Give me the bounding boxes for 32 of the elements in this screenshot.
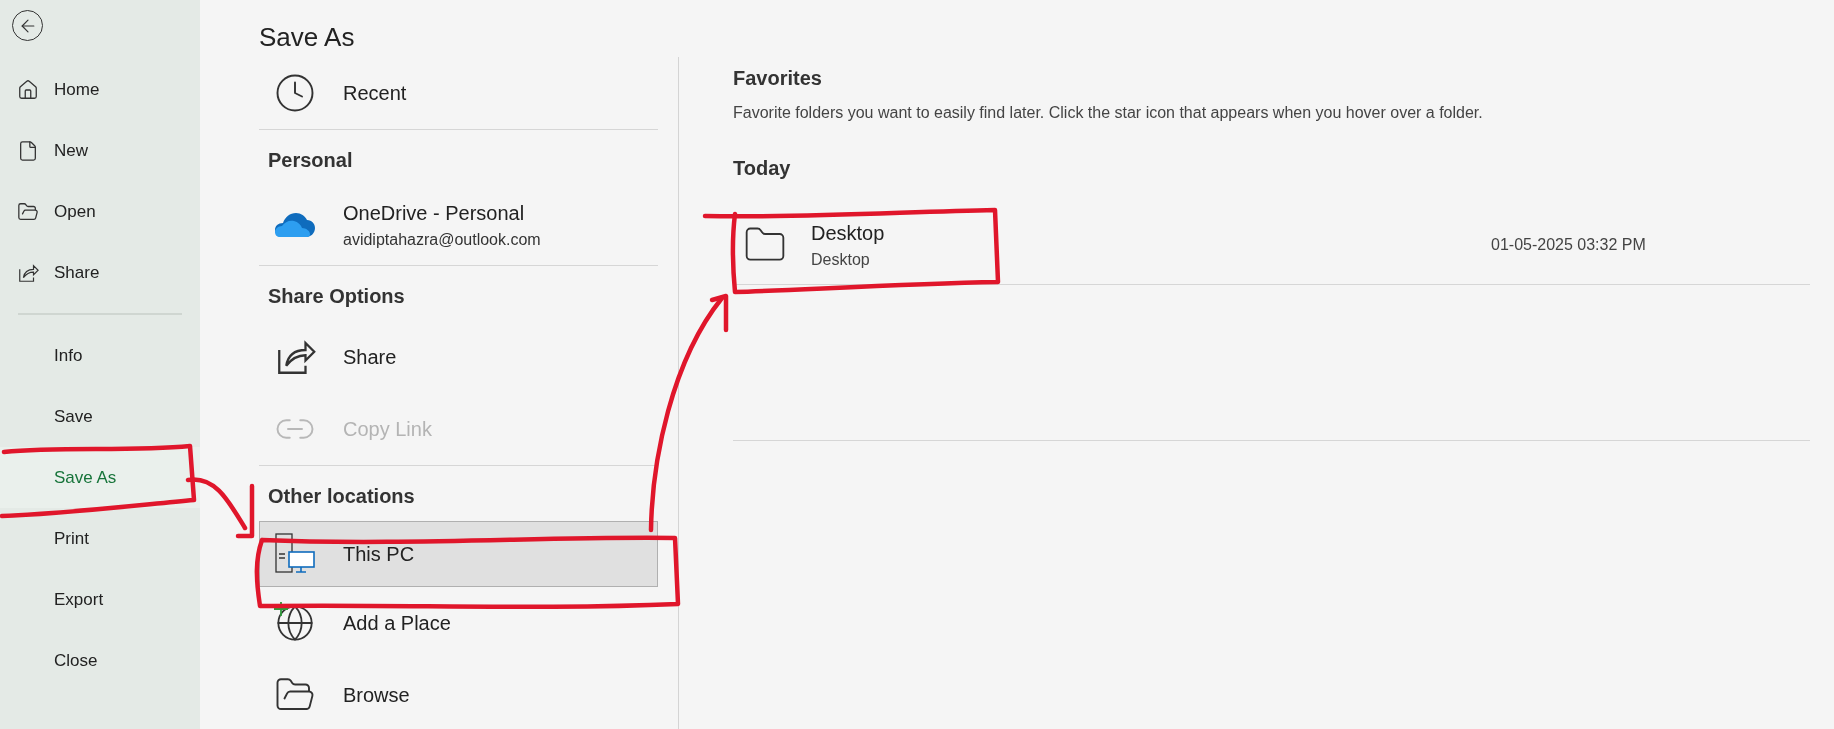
menu-item[interactable]: New	[0, 120, 200, 181]
favorites-description: Favorite folders you want to easily find later. Click the star icon that appears when you hover over a folder.	[733, 103, 1483, 123]
location-item[interactable]: Add a Place	[259, 587, 658, 659]
page-title: Save As	[259, 21, 355, 54]
location-item[interactable]: Browse	[259, 659, 658, 729]
menu-item[interactable]: Export	[0, 569, 200, 630]
section-header: Personal	[267, 148, 354, 173]
folder-icon	[17, 200, 39, 223]
menu-item[interactable]: Save	[0, 386, 200, 447]
section-header: Share Options	[267, 284, 406, 309]
clock-icon	[274, 72, 316, 114]
account-email: avidiptahazra@outlook.com	[343, 230, 541, 250]
location-item[interactable]: Share	[259, 321, 658, 393]
file-icon	[17, 139, 39, 162]
menu-item[interactable]: Info	[0, 325, 200, 386]
cloud-icon	[274, 211, 316, 239]
modified-date: 01-05-2025 03:32 PM	[1491, 234, 1646, 255]
favorites-heading: Favorites	[733, 66, 822, 91]
menu-item[interactable]: Home	[0, 59, 200, 120]
location-item[interactable]: OneDrive - Personal avidiptahazra@outlook.com	[259, 185, 658, 265]
today-heading: Today	[733, 156, 791, 181]
folder-path: Desktop	[811, 249, 870, 270]
location-item[interactable]: Recent	[259, 57, 658, 129]
home-icon	[17, 78, 39, 101]
menu-item[interactable]: Close	[0, 630, 200, 691]
location-item[interactable]: This PC	[259, 521, 658, 587]
computer-icon	[273, 532, 317, 576]
menu-item[interactable]: Share	[0, 242, 200, 303]
menu-item[interactable]: Open	[0, 181, 200, 242]
menu-item[interactable]: Print	[0, 508, 200, 569]
folder-row[interactable]: Desktop Desktop 01-05-2025 03:32 PM	[733, 205, 1810, 285]
section-header: Other locations	[267, 484, 416, 509]
